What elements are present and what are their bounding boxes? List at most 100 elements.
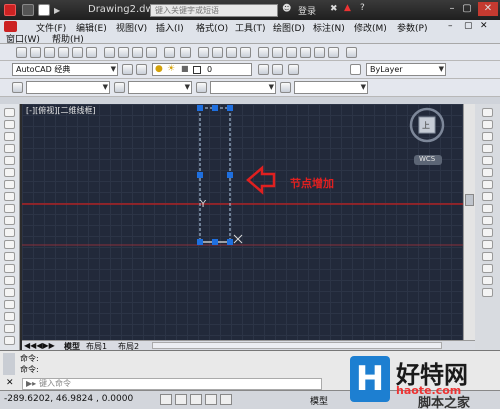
fillet-icon[interactable] — [482, 276, 493, 285]
grip-bottom-left[interactable] — [197, 239, 203, 245]
preview-icon[interactable] — [72, 47, 83, 58]
gradient-icon[interactable] — [4, 288, 15, 297]
copy-object-icon[interactable] — [482, 120, 493, 129]
line-icon[interactable] — [4, 108, 15, 117]
help-search-input[interactable]: 键入关键字或短语 — [150, 4, 278, 17]
multiline-text-icon[interactable] — [4, 324, 15, 333]
dim-style-select[interactable]: ▼ — [128, 81, 192, 94]
linetype-select[interactable]: ByLayer ▼ — [366, 63, 446, 76]
doc-close-button[interactable]: ✕ — [480, 21, 488, 31]
properties-icon[interactable] — [258, 47, 269, 58]
tool-palettes-icon[interactable] — [286, 47, 297, 58]
rotate-icon[interactable] — [482, 180, 493, 189]
sheet-set-icon[interactable] — [300, 47, 311, 58]
app-logo-icon[interactable] — [4, 4, 16, 16]
stretch-icon[interactable] — [482, 204, 493, 213]
scroll-thumb[interactable] — [465, 194, 474, 206]
chamfer-icon[interactable] — [482, 264, 493, 273]
mirror-icon[interactable] — [482, 132, 493, 141]
redo-icon[interactable] — [180, 47, 191, 58]
hatch-icon[interactable] — [4, 276, 15, 285]
grip-bottom-mid[interactable] — [212, 239, 218, 245]
menu-parametric[interactable]: 参数(P) — [397, 21, 427, 34]
layer-isolate-icon[interactable] — [288, 64, 299, 75]
circle-icon[interactable] — [4, 180, 15, 189]
text-style-icon[interactable] — [12, 82, 23, 93]
layer-properties-icon[interactable] — [136, 64, 147, 75]
color-control-icon[interactable] — [350, 64, 361, 75]
help-toolbar-icon[interactable] — [346, 47, 357, 58]
zoom-previous-icon[interactable] — [240, 47, 251, 58]
offset-icon[interactable] — [482, 144, 493, 153]
scale-icon[interactable] — [482, 192, 493, 201]
osnap-icon[interactable] — [220, 394, 232, 405]
array-icon[interactable] — [482, 156, 493, 165]
new-icon[interactable] — [16, 47, 27, 58]
tab-nav-icon[interactable]: ◀◀◀▶▶ — [24, 341, 55, 350]
multileader-style-icon[interactable] — [280, 82, 291, 93]
print-icon[interactable] — [58, 47, 69, 58]
polyline-icon[interactable] — [4, 132, 15, 141]
spline-icon[interactable] — [4, 204, 15, 213]
layer-select[interactable]: ● ☀ ■ 0 — [152, 63, 252, 76]
new-file-icon[interactable] — [22, 4, 34, 16]
trim-icon[interactable] — [482, 216, 493, 225]
region-icon[interactable] — [4, 300, 15, 309]
copy-icon[interactable] — [118, 47, 129, 58]
command-grip[interactable] — [3, 353, 15, 375]
arc-icon[interactable] — [4, 168, 15, 177]
make-block-icon[interactable] — [4, 252, 15, 261]
ellipse-icon[interactable] — [4, 216, 15, 225]
coordinates-readout[interactable]: -289.6202, 46.9824 , 0.0000 — [4, 394, 133, 404]
login-link[interactable]: 登录 — [298, 4, 316, 17]
match-properties-icon[interactable] — [146, 47, 157, 58]
menu-view[interactable]: 视图(V) — [116, 21, 147, 34]
horizontal-scrollbar[interactable] — [152, 342, 442, 349]
dim-style-icon[interactable] — [114, 82, 125, 93]
design-center-icon[interactable] — [272, 47, 283, 58]
polygon-icon[interactable] — [4, 144, 15, 153]
grip-bottom-right[interactable] — [227, 239, 233, 245]
grid-icon[interactable] — [175, 394, 187, 405]
grip-top-mid[interactable] — [212, 105, 218, 111]
revision-cloud-icon[interactable] — [4, 192, 15, 201]
markup-icon[interactable] — [314, 47, 325, 58]
save-icon[interactable] — [44, 47, 55, 58]
grip-left-mid[interactable] — [197, 172, 203, 178]
zoom-realtime-icon[interactable] — [212, 47, 223, 58]
app-menu-icon[interactable] — [4, 21, 17, 32]
forward-arrow-icon[interactable]: ▶ — [54, 6, 60, 15]
vertical-scrollbar[interactable] — [463, 104, 475, 340]
join-icon[interactable] — [482, 252, 493, 261]
table-icon[interactable] — [4, 312, 15, 321]
construction-line-icon[interactable] — [4, 120, 15, 129]
ortho-icon[interactable] — [190, 394, 202, 405]
menu-insert[interactable]: 插入(I) — [156, 21, 184, 34]
table-style-icon[interactable] — [196, 82, 207, 93]
menu-format[interactable]: 格式(O) — [196, 21, 228, 34]
autodesk-icon[interactable]: ▲ — [344, 3, 351, 13]
pan-icon[interactable] — [198, 47, 209, 58]
open-icon[interactable] — [30, 47, 41, 58]
help-icon[interactable]: ? — [360, 3, 365, 13]
workspace-select[interactable]: AutoCAD 经典 ▼ — [12, 63, 118, 76]
grip-right-mid[interactable] — [227, 172, 233, 178]
close-button[interactable]: ✕ — [478, 2, 498, 16]
ellipse-arc-icon[interactable] — [4, 228, 15, 237]
menu-tools[interactable]: 工具(T) — [235, 21, 266, 34]
extend-icon[interactable] — [482, 228, 493, 237]
break-icon[interactable] — [482, 240, 493, 249]
text-style-select[interactable]: ▼ — [26, 81, 110, 94]
close-icon[interactable]: ✕ — [6, 378, 14, 388]
user-icon[interactable]: ☻ — [282, 4, 291, 14]
erase-icon[interactable] — [482, 108, 493, 117]
doc-minimize-button[interactable]: – — [448, 21, 453, 31]
doc-restore-button[interactable]: ▢ — [464, 21, 473, 31]
point-icon[interactable] — [4, 264, 15, 273]
table-style-select[interactable]: ▼ — [210, 81, 276, 94]
multileader-style-select[interactable]: ▼ — [294, 81, 368, 94]
polar-icon[interactable] — [205, 394, 217, 405]
workspace-settings-icon[interactable] — [122, 64, 133, 75]
add-selected-icon[interactable] — [4, 336, 15, 345]
make-current-icon[interactable] — [258, 64, 269, 75]
